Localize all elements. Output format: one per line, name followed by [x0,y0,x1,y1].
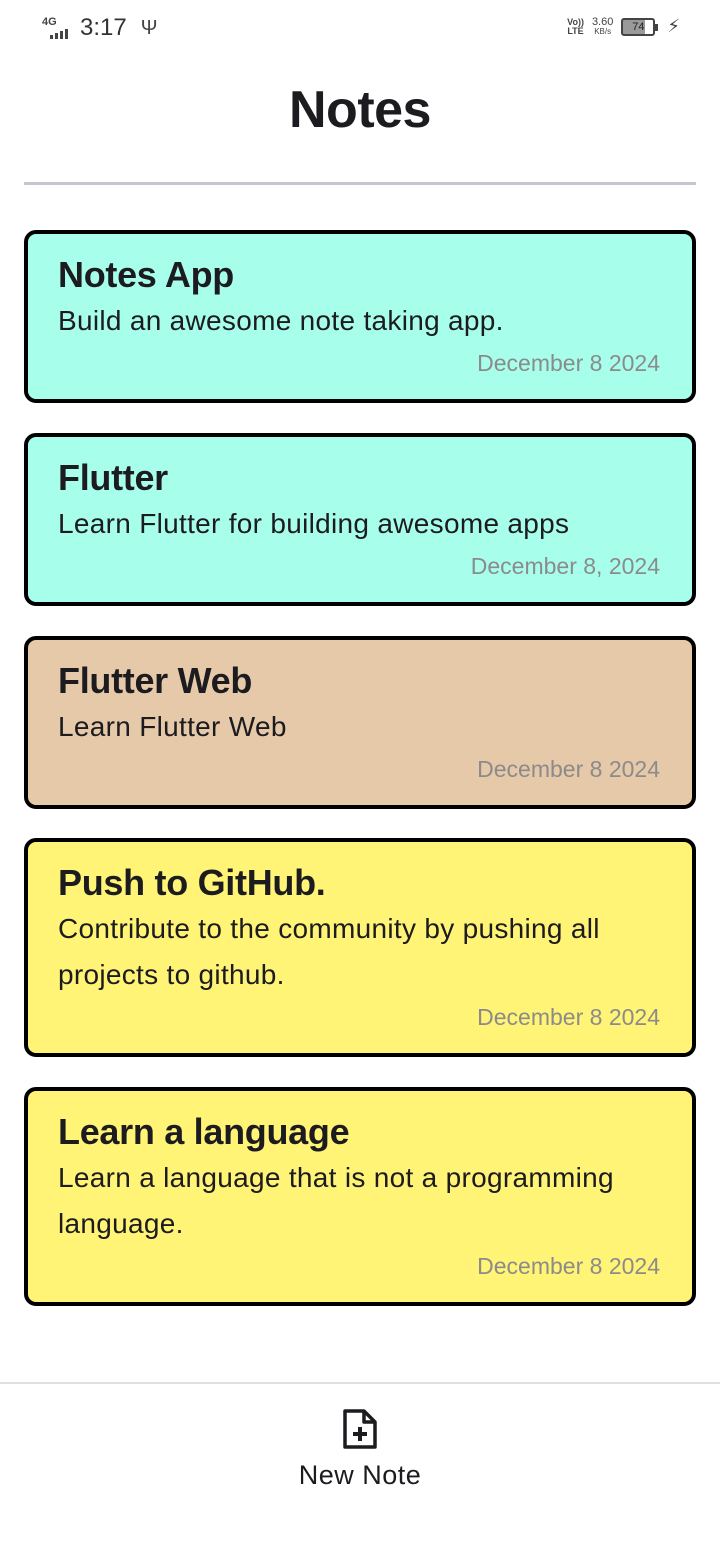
header-divider [24,182,696,185]
charging-icon: ⚡︎ [667,16,680,36]
note-date: December 8 2024 [477,1004,660,1030]
note-date: December 8 2024 [477,756,660,782]
note-body: Build an awesome note taking app. [58,305,504,336]
note-body: Learn Flutter Web [58,711,287,742]
status-bar: 4G 3:17 Ψ Vo)) LTE 3.60 KB/s 74 ⚡︎ [0,0,720,56]
note-date: December 8 2024 [477,1253,660,1279]
status-left: 4G 3:17 Ψ [42,14,157,42]
note-card[interactable]: Flutter Learn Flutter for building aweso… [24,433,696,606]
page-title: Notes [289,81,431,139]
note-body: Learn a language that is not a programmi… [58,1162,614,1239]
note-title: Flutter [58,457,168,498]
note-card[interactable]: Flutter Web Learn Flutter Web December 8… [24,636,696,809]
speed-value: 3.60 [591,15,614,28]
network-signal-icon: 4G [42,15,74,41]
note-title: Flutter Web [58,660,253,701]
note-title: Push to GitHub. [58,862,326,903]
note-body: Learn Flutter for building awesome apps [58,508,570,539]
status-right: Vo)) LTE 3.60 KB/s 74 ⚡︎ [567,16,680,37]
clock: 3:17 [80,14,127,41]
usb-icon: Ψ [140,16,158,39]
note-body: Contribute to the community by pushing a… [58,913,600,990]
volte-icon: Vo)) LTE [567,17,584,36]
note-title: Learn a language [58,1111,350,1152]
note-add-icon [343,1409,377,1449]
note-title: Notes App [58,254,234,295]
note-card[interactable]: Learn a language Learn a language that i… [24,1087,696,1306]
lte-label: LTE [567,25,584,36]
bottom-navigation: New Note [0,1382,720,1544]
network-type: 4G [42,16,57,28]
note-date: December 8, 2024 [470,553,660,579]
battery-icon: 74 [621,17,659,36]
note-card[interactable]: Notes App Build an awesome note taking a… [24,230,696,403]
new-note-label: New Note [298,1460,422,1490]
network-speed: 3.60 KB/s [591,15,614,37]
new-note-button[interactable]: New Note [260,1408,460,1518]
note-date: December 8 2024 [477,350,660,376]
battery-level: 74 [632,20,645,33]
speed-unit: KB/s [594,26,612,36]
note-card[interactable]: Push to GitHub. Contribute to the commun… [24,838,696,1057]
